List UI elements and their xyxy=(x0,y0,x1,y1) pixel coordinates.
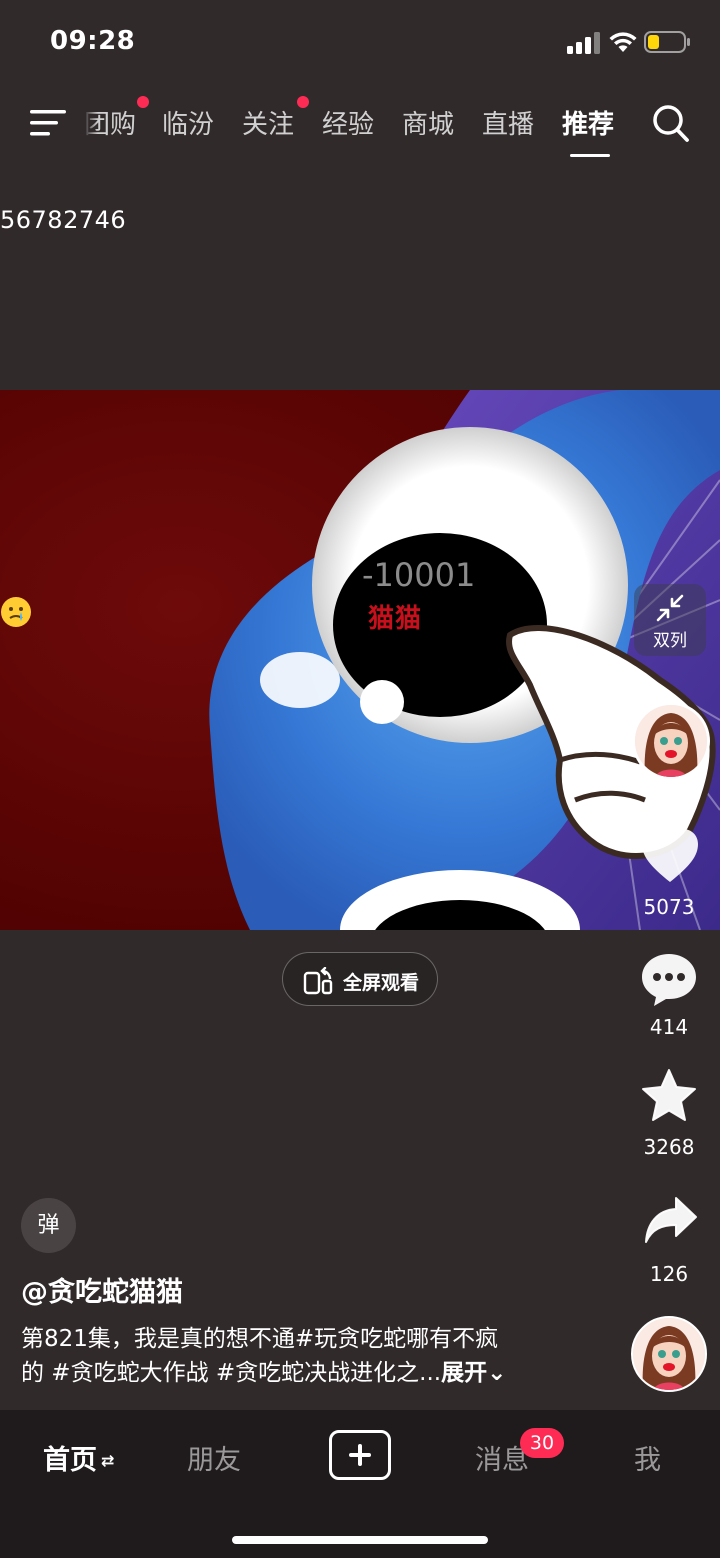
description-line-1: 第821集，我是真的想不通#玩贪吃蛇哪有不疯 xyxy=(21,1326,499,1352)
chevron-down-icon: ⌄ xyxy=(487,1360,507,1386)
status-bar: 09:28 xyxy=(0,0,720,86)
star-favorite-icon[interactable] xyxy=(640,1068,698,1124)
tab-recommend[interactable]: 推荐 xyxy=(562,104,614,141)
comment-icon[interactable] xyxy=(640,952,698,1008)
cellular-signal-icon xyxy=(567,32,600,54)
messages-badge: 30 xyxy=(520,1428,564,1458)
collapse-arrows-icon xyxy=(656,594,684,622)
home-indicator xyxy=(232,1536,488,1544)
tab-group-buy[interactable]: 团购 xyxy=(84,104,136,141)
danmu-toggle-button[interactable]: 弹 xyxy=(21,1198,76,1253)
tab-following-dot xyxy=(297,96,309,108)
tab-linfen[interactable]: 临汾 xyxy=(162,104,214,141)
tab-following[interactable]: 关注 xyxy=(242,104,294,141)
tab-group-buy-dot xyxy=(137,96,149,108)
share-arrow-icon[interactable] xyxy=(644,1196,698,1246)
video-frame-illustration xyxy=(0,390,720,930)
video-player[interactable]: -10001 猫猫 xyxy=(0,390,720,930)
author-name[interactable]: @贪吃蛇猫猫 xyxy=(21,1270,183,1309)
status-time: 09:28 xyxy=(50,26,136,56)
fullscreen-rotate-icon xyxy=(303,967,333,995)
heart-like-icon[interactable] xyxy=(640,828,700,884)
favorite-count: 3268 xyxy=(643,1135,695,1159)
music-avatar-illustration xyxy=(633,1318,705,1390)
battery-icon xyxy=(644,31,690,53)
post-description: 第821集，我是真的想不通#玩贪吃蛇哪有不疯 的 #贪吃蛇大作战 #贪吃蛇决战进… xyxy=(21,1322,561,1390)
music-disc-avatar[interactable] xyxy=(631,1316,707,1392)
author-avatar[interactable] xyxy=(632,702,710,780)
top-nav: 团购 临汾 关注 经验 商城 直播 推荐 xyxy=(0,96,720,160)
create-post-button[interactable] xyxy=(329,1430,391,1480)
nav-home-label: 首页 xyxy=(43,1445,97,1476)
double-column-label: 双列 xyxy=(653,631,687,651)
description-line-2-text: 的 #贪吃蛇大作战 #贪吃蛇决战进化之... xyxy=(21,1360,442,1386)
menu-icon[interactable] xyxy=(30,108,66,138)
comment-count: 414 xyxy=(649,1015,689,1039)
fullscreen-label: 全屏观看 xyxy=(343,972,420,994)
active-tab-indicator xyxy=(570,154,610,157)
user-id-text: 56782746 xyxy=(0,206,127,234)
nav-home[interactable]: 首页 ⇄ xyxy=(43,1438,114,1477)
double-column-button[interactable]: 双列 xyxy=(634,584,706,656)
wifi-icon xyxy=(609,32,637,52)
tab-mall[interactable]: 商城 xyxy=(402,104,454,141)
like-count: 5073 xyxy=(643,895,695,919)
avatar-illustration xyxy=(635,705,707,777)
bottom-nav: 首页 ⇄ 朋友 消息 30 我 xyxy=(0,1410,720,1558)
nav-friends[interactable]: 朋友 xyxy=(187,1438,241,1477)
description-line-2: 的 #贪吃蛇大作战 #贪吃蛇决战进化之...展开⌄ xyxy=(21,1356,561,1390)
fullscreen-button[interactable]: 全屏观看 xyxy=(282,952,438,1006)
video-overlay-caption: 猫猫 xyxy=(368,604,423,634)
share-count: 126 xyxy=(649,1262,689,1286)
video-overlay-code: -10001 xyxy=(362,556,476,594)
tab-live[interactable]: 直播 xyxy=(482,104,534,141)
crying-smile-emoji-icon xyxy=(1,597,31,627)
search-icon[interactable] xyxy=(652,104,690,144)
nav-me[interactable]: 我 xyxy=(634,1438,661,1477)
tab-experience[interactable]: 经验 xyxy=(322,104,374,141)
switch-arrows-icon: ⇄ xyxy=(101,1451,115,1470)
expand-button[interactable]: 展开 xyxy=(441,1360,487,1386)
